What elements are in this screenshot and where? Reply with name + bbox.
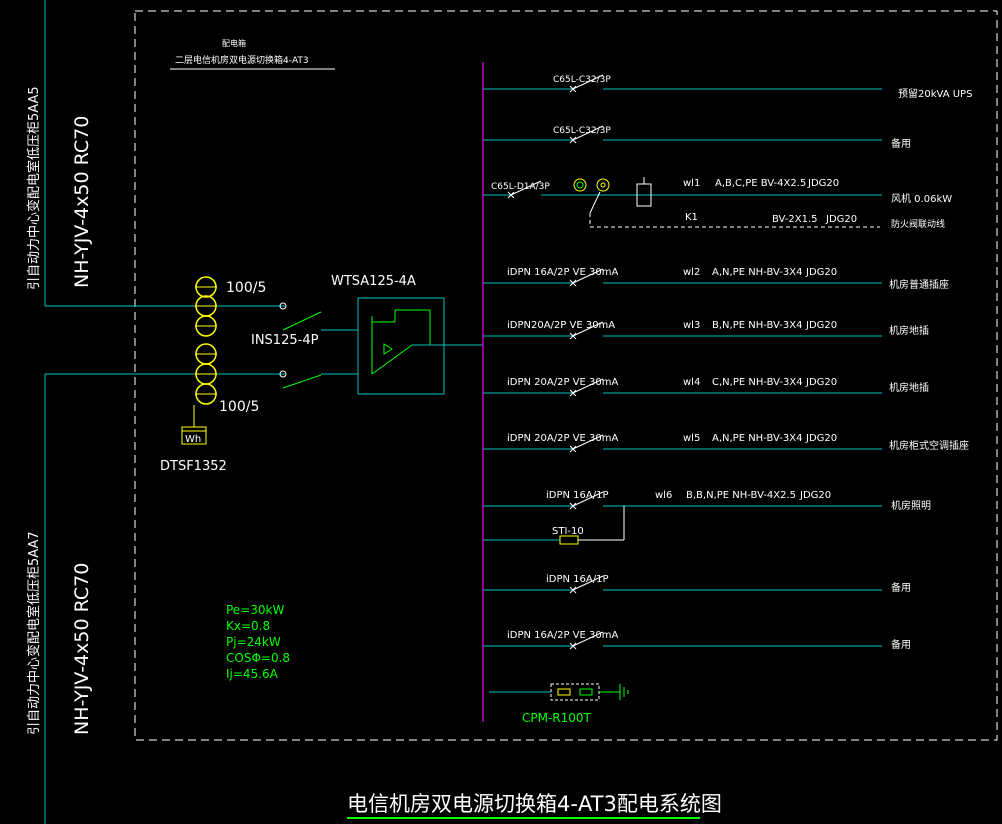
circuit-8-id: wl6 (655, 490, 672, 501)
circuit-3-wire: A,B,C,PE BV-4X2.5 (715, 178, 806, 189)
circuit-3-conduit: JDG20 (807, 178, 839, 189)
circuit-6-load: 机房地插 (889, 381, 929, 394)
circuit-lines (483, 74, 882, 650)
isolation-switch-label: INS125-4P (251, 333, 319, 348)
ats-symbol (371, 309, 444, 375)
header-line1: 配电箱 (222, 38, 246, 48)
circuit-4-load: 机房普通插座 (889, 278, 949, 291)
load-param-pj: Pj=24kW (226, 635, 281, 649)
circuit-4-breaker: iDPN 16A/2P VE 30mA (507, 267, 618, 278)
circuit-2-breaker: C65L-C32/3P (553, 126, 611, 136)
circuit-6-conduit: JDG20 (805, 377, 837, 388)
circuit-6-wire: C,N,PE NH-BV-3X4 (712, 377, 803, 388)
circuit-6-breaker: iDPN 20A/2P VE 30mA (507, 377, 618, 388)
circuit-4-id: wl2 (683, 267, 700, 278)
circuit-3-load: 风机 0.06kW (891, 192, 952, 205)
circuit-1-breaker: C65L-C32/3P (553, 75, 611, 85)
circuit-5-load: 机房地插 (889, 324, 929, 337)
ct1-label: 100/5 (226, 280, 266, 296)
circuit-8-breaker: iDPN 16A/1P (546, 490, 609, 501)
drawing-title: 电信机房双电源切换箱4-AT3配电系统图 (347, 792, 722, 816)
fan-control-load: 防火阀联动线 (891, 218, 945, 230)
circuit-7-load: 机房柜式空调插座 (889, 439, 969, 452)
spd-symbol (489, 683, 629, 701)
fan-control-wire: BV-2X1.5 (772, 214, 818, 225)
ats-box (357, 297, 445, 395)
circuit-7-id: wl5 (683, 433, 700, 444)
circuit-8-wire: B,B,N,PE NH-BV-4X2.5 (686, 490, 796, 501)
timer-box (559, 535, 579, 545)
load-param-ij: Ij=45.6A (226, 667, 279, 681)
circuit-8-load: 机房照明 (891, 499, 931, 512)
ct-group-1 (195, 276, 217, 337)
spd-label: CPM-R100T (522, 711, 592, 725)
circuit-8-conduit: JDG20 (799, 490, 831, 501)
circuit-3-id: wl1 (683, 178, 700, 189)
circuit-9-load: 备用 (891, 581, 911, 594)
ct2-label: 100/5 (219, 399, 259, 415)
load-param-cos: COSΦ=0.8 (226, 651, 290, 665)
circuit-6-id: wl4 (683, 377, 700, 388)
circuit-2-load: 备用 (891, 137, 911, 150)
fan-control-conduit: JDG20 (825, 214, 857, 225)
circuit-10-load: 备用 (891, 638, 911, 651)
distribution-diagram: 配电箱 二层电信机房双电源切换箱4-AT3 引自动力中心变配电室低压柜5AA5 … (26, 0, 998, 824)
circuit-5-id: wl3 (683, 320, 700, 331)
circuit-9-breaker: iDPN 16A/1P (546, 574, 609, 585)
circuit-4-wire: A,N,PE NH-BV-3X4 (712, 267, 802, 278)
feeder1-cable: NH-YJV-4x50 RC70 (71, 116, 93, 288)
feeder2-source: 引自动力中心变配电室低压柜5AA7 (26, 531, 42, 735)
circuit-3-breaker: C65L-D1A/3P (491, 182, 550, 192)
circuit-5-breaker: iDPN20A/2P VE 30mA (507, 320, 615, 331)
circuit-7-breaker: iDPN 20A/2P VE 30mA (507, 433, 618, 444)
circuit-7-wire: A,N,PE NH-BV-3X4 (712, 433, 802, 444)
ats-label: WTSA125-4A (331, 274, 416, 289)
ct-group-2 (195, 343, 217, 405)
timer-label: STI-10 (552, 526, 584, 537)
circuit-4-conduit: JDG20 (805, 267, 837, 278)
load-param-kx: Kx=0.8 (226, 619, 270, 633)
fan-control-label: K1 (685, 212, 698, 223)
meter-symbol: Wh (185, 434, 201, 445)
meter-model: DTSF1352 (160, 459, 227, 474)
feeder1-source: 引自动力中心变配电室低压柜5AA5 (26, 86, 42, 290)
circuit-1-load: 预留20kVA UPS (898, 87, 972, 100)
header-line2: 二层电信机房双电源切换箱4-AT3 (175, 54, 309, 66)
circuit-10-breaker: iDPN 16A/2P VE 30mA (507, 630, 618, 641)
circuit-5-conduit: JDG20 (805, 320, 837, 331)
circuit-5-wire: B,N,PE NH-BV-3X4 (712, 320, 802, 331)
feeder2-cable: NH-YJV-4x50 RC70 (71, 563, 93, 735)
load-param-pe: Pe=30kW (226, 603, 284, 617)
circuit-7-conduit: JDG20 (805, 433, 837, 444)
